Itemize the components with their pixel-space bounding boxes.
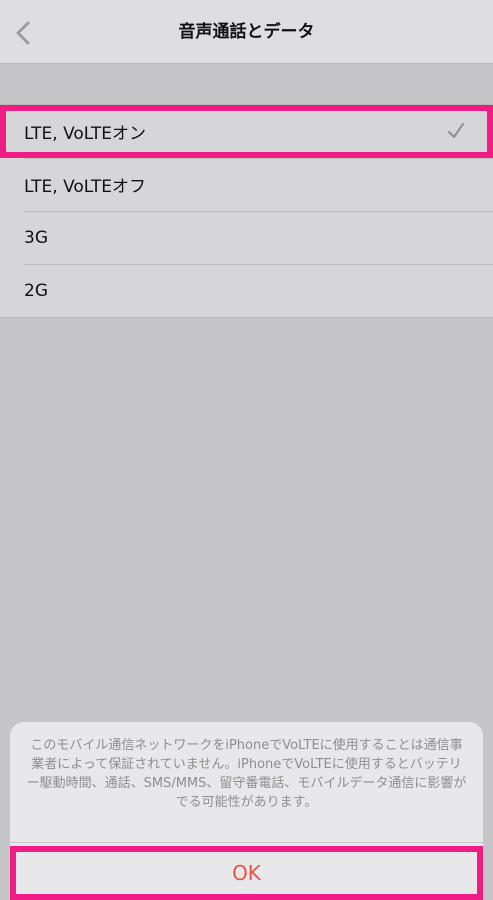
alert-divider [10, 842, 483, 843]
option-lte-volte-on[interactable]: LTE, VoLTEオン [0, 105, 493, 158]
navigation-bar: 音声通話とデータ [0, 0, 493, 64]
network-options-list: LTE, VoLTEオン LTE, VoLTEオフ 3G 2G [0, 104, 493, 318]
volte-warning-alert: このモバイル通信ネットワークをiPhoneでVoLTEに使用することは通信事業者… [10, 722, 483, 900]
option-label: 3G [24, 227, 48, 248]
option-label: LTE, VoLTEオン [24, 124, 147, 144]
option-3g[interactable]: 3G [0, 211, 493, 264]
ok-button[interactable]: OK [10, 846, 483, 900]
checkmark-icon [448, 123, 464, 138]
option-label: 2G [24, 280, 48, 301]
alert-message: このモバイル通信ネットワークをiPhoneでVoLTEに使用することは通信事業者… [26, 738, 467, 810]
option-label: LTE, VoLTEオフ [24, 177, 147, 197]
option-lte-volte-off[interactable]: LTE, VoLTEオフ [0, 158, 493, 211]
option-2g[interactable]: 2G [0, 264, 493, 317]
page-title: 音声通話とデータ [178, 22, 315, 42]
